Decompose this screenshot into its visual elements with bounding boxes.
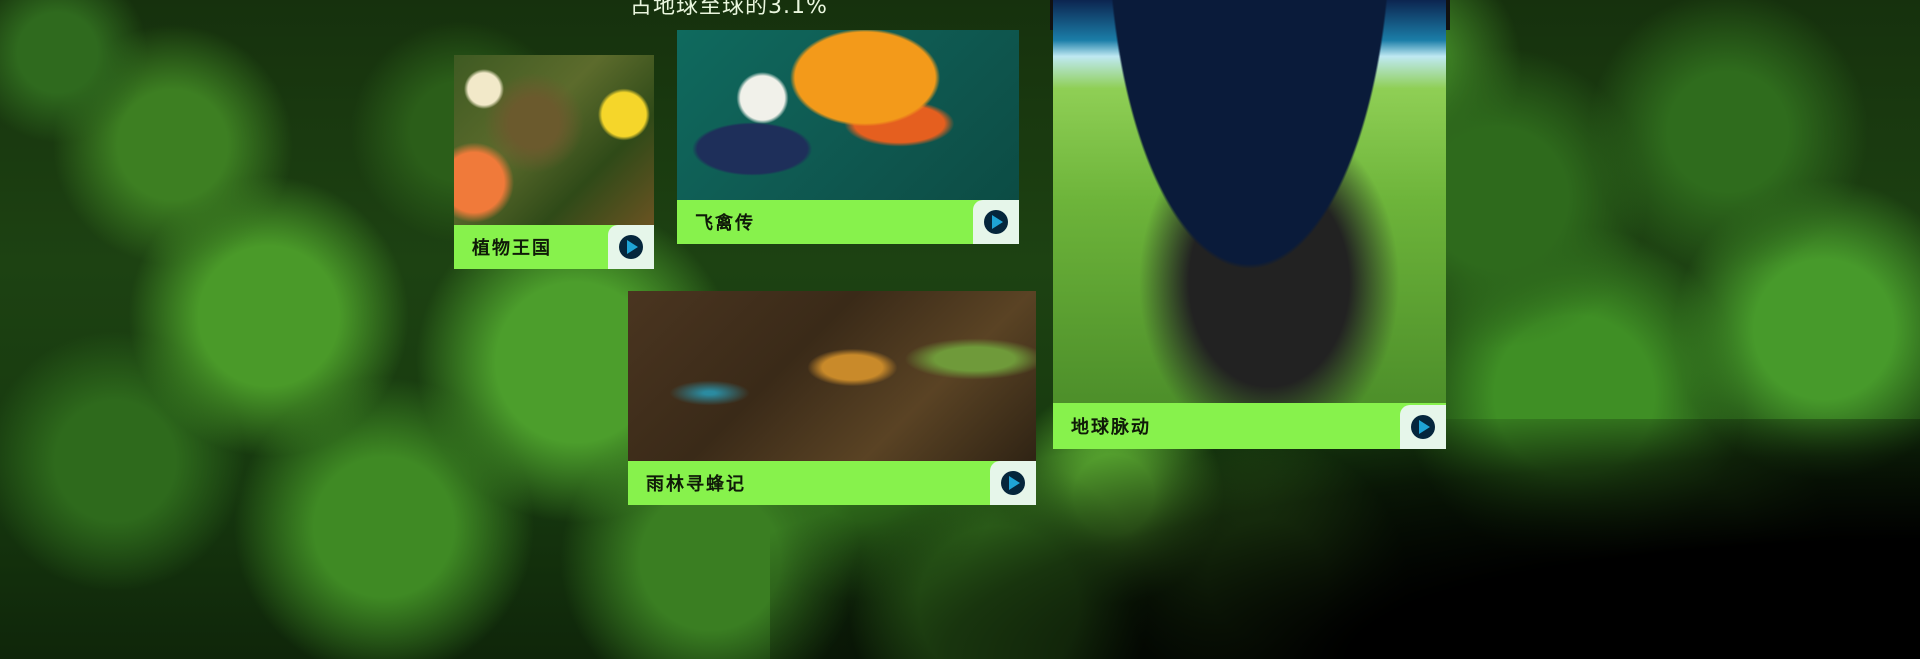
video-card-bees[interactable]: 雨林寻蜂记 <box>628 291 1036 505</box>
play-icon <box>984 210 1008 234</box>
video-card-earth[interactable]: 地球脉动 <box>1053 0 1446 449</box>
video-thumbnail[interactable] <box>628 291 1036 461</box>
play-icon <box>619 235 643 259</box>
play-button[interactable] <box>1400 405 1446 449</box>
card-title: 植物王国 <box>472 238 552 259</box>
play-button[interactable] <box>990 461 1036 505</box>
video-thumbnail[interactable] <box>1053 0 1446 403</box>
video-thumbnail[interactable] <box>454 55 654 225</box>
video-card-plants[interactable]: 植物王国 <box>454 55 654 269</box>
play-button[interactable] <box>973 200 1019 244</box>
card-label-bar: 雨林寻蜂记 <box>628 461 1036 505</box>
play-icon <box>1411 415 1435 439</box>
card-title: 飞禽传 <box>695 213 755 234</box>
video-thumbnail[interactable] <box>677 30 1019 200</box>
intro-text: 占地球至球的3.1% <box>630 0 828 19</box>
card-title: 雨林寻蜂记 <box>646 474 746 495</box>
play-icon <box>1001 471 1025 495</box>
card-title: 地球脉动 <box>1071 417 1151 438</box>
card-label-bar: 地球脉动 <box>1053 403 1446 449</box>
play-button[interactable] <box>608 225 654 269</box>
card-label-bar: 飞禽传 <box>677 200 1019 244</box>
video-card-birds[interactable]: 飞禽传 <box>677 30 1019 244</box>
